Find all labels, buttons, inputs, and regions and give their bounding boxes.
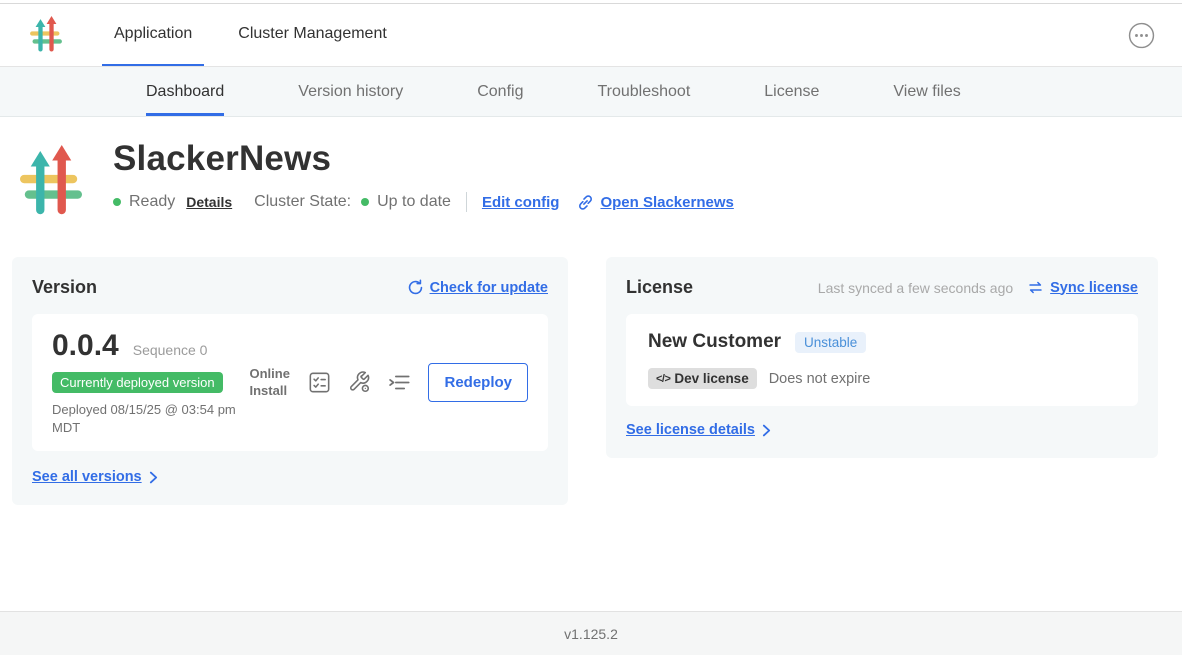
code-icon: </> [656,373,670,385]
app-icon [20,143,82,221]
license-card-header: License Last synced a few seconds ago Sy… [626,277,1138,298]
tab-application-label: Application [114,25,192,43]
edit-config-link[interactable]: Edit config [482,194,560,211]
see-license-details-link[interactable]: See license details [626,422,755,438]
customer-name: New Customer [648,331,781,353]
license-details-panel: New Customer Unstable </> Dev license Do… [626,314,1138,406]
refresh-icon [407,279,424,296]
preflight-checks-icon[interactable] [307,370,332,395]
link-icon [576,193,595,212]
sequence-label: Sequence 0 [133,342,208,358]
subnav-view-files-label: View files [893,83,960,101]
subnav-item-view-files[interactable]: View files [893,67,960,116]
subnav-item-config[interactable]: Config [477,67,523,116]
current-version-panel: 0.0.4 Sequence 0 Currently deployed vers… [32,314,548,451]
subnav-item-version-history[interactable]: Version history [298,67,403,116]
hero-text: SlackerNews Ready Details Cluster State:… [113,139,734,221]
chevron-right-icon [762,424,771,437]
header-tabs: Application Cluster Management [102,4,421,66]
sync-license-link[interactable]: Sync license [1050,280,1138,296]
license-card-title: License [626,277,693,298]
tab-cluster-management-label: Cluster Management [238,25,387,43]
subnav-license-label: License [764,83,819,101]
cluster-state-label: Cluster State: [254,193,351,211]
version-card: Version Check for update 0.0.4 Sequence … [12,257,568,505]
redeploy-button[interactable]: Redeploy [428,363,528,402]
app-logo[interactable] [30,4,62,66]
subnav-config-label: Config [477,83,523,101]
page-title: SlackerNews [113,139,734,179]
version-card-title: Version [32,277,97,298]
ellipsis-icon [1128,22,1155,49]
dashboard-cards: Version Check for update 0.0.4 Sequence … [0,257,1182,505]
tab-cluster-management[interactable]: Cluster Management [226,4,399,66]
config-wrench-icon[interactable] [347,370,372,395]
open-app-link[interactable]: Open Slackernews [600,194,733,211]
subnav-item-license[interactable]: License [764,67,819,116]
subnav-item-troubleshoot[interactable]: Troubleshoot [597,67,690,116]
more-menu-button[interactable] [1126,20,1156,50]
license-type-label: Dev license [674,371,748,386]
app-header: Application Cluster Management [0,4,1182,67]
ready-status-label: Ready [129,193,175,211]
view-logs-icon[interactable] [387,370,412,395]
subnav-troubleshoot-label: Troubleshoot [597,83,690,101]
tab-application[interactable]: Application [102,4,204,66]
chevron-right-icon [149,471,158,484]
check-for-update-link[interactable]: Check for update [430,280,548,296]
last-synced-label: Last synced a few seconds ago [818,280,1013,296]
install-type-label: Online Install [249,366,295,400]
version-card-header: Version Check for update [32,277,548,298]
deployed-status-badge: Currently deployed version [52,372,223,393]
see-all-versions[interactable]: See all versions [32,469,548,485]
license-expiration: Does not expire [769,371,871,387]
license-card: License Last synced a few seconds ago Sy… [606,257,1158,458]
subnav-version-history-label: Version history [298,83,403,101]
app-footer: v1.125.2 [0,611,1182,655]
version-actions: Online Install [249,363,528,402]
slackernews-logo-icon [30,16,62,54]
app-hero: SlackerNews Ready Details Cluster State:… [0,117,1182,221]
status-details-link[interactable]: Details [186,194,232,210]
status-divider [466,192,467,212]
check-for-update[interactable]: Check for update [407,279,548,296]
license-type-badge: </> Dev license [648,368,757,389]
see-license-details[interactable]: See license details [626,422,1138,438]
console-version-label: v1.125.2 [564,626,618,642]
version-info: 0.0.4 Sequence 0 Currently deployed vers… [52,329,249,436]
ready-status-dot [113,198,121,206]
subnav-item-dashboard[interactable]: Dashboard [146,67,224,116]
deployed-timestamp: Deployed 08/15/25 @ 03:54 pm MDT [52,401,249,436]
version-action-icons [307,370,412,395]
app-subnav: Dashboard Version history Config Trouble… [0,67,1182,117]
cluster-state-value: Up to date [377,193,451,211]
sync-icon [1027,279,1044,296]
see-all-versions-link[interactable]: See all versions [32,469,142,485]
version-number: 0.0.4 [52,329,119,363]
cluster-state-dot [361,198,369,206]
app-status-row: Ready Details Cluster State: Up to date … [113,192,734,212]
channel-badge: Unstable [795,332,866,353]
subnav-dashboard-label: Dashboard [146,83,224,101]
